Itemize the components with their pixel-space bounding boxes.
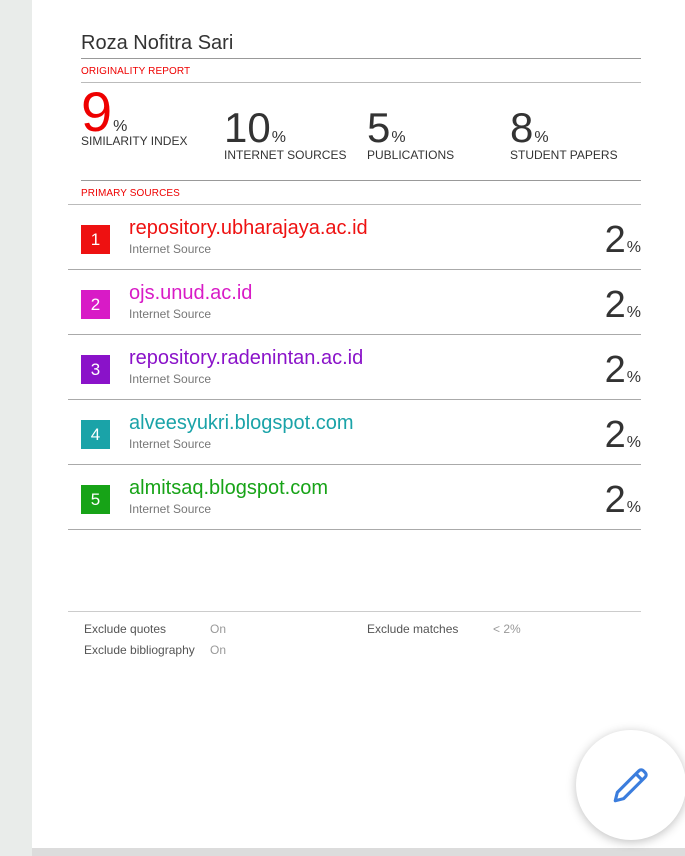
source-percent-value: 2 [604,479,626,521]
source-name-link[interactable]: repository.ubharajaya.ac.id [129,217,368,240]
edit-fab-button[interactable] [576,730,685,840]
metric-value: 8 [510,104,534,151]
metric-label: INTERNET SOURCES [224,148,347,162]
source-percent-unit: % [626,369,641,386]
metric-unit: % [391,129,406,146]
source-name-link[interactable]: almitsaq.blogspot.com [129,477,328,500]
source-row[interactable]: 5 almitsaq.blogspot.com Internet Source … [68,465,641,530]
source-percent-unit: % [626,499,641,516]
source-percent-value: 2 [604,219,626,261]
metric-label: SIMILARITY INDEX [81,134,188,148]
exclude-quotes-value: On [210,622,227,636]
metric-value: 10 [224,104,271,151]
source-row[interactable]: 2 ojs.unud.ac.id Internet Source 2% [68,270,641,335]
source-rank-badge: 5 [81,485,110,514]
metric-student-papers: 8% STUDENT PAPERS [510,102,618,162]
metric-value: 5 [367,104,391,151]
exclude-bibliography-label: Exclude bibliography [84,643,195,657]
source-percent-unit: % [626,304,641,321]
source-rank-badge: 1 [81,225,110,254]
metric-internet-sources: 10% INTERNET SOURCES [224,102,346,162]
source-percent-unit: % [626,239,641,256]
metric-unit: % [271,129,286,146]
source-percent: 2% [605,414,641,457]
pencil-icon [613,768,648,803]
source-percent-value: 2 [604,414,626,456]
originality-divider [81,82,641,83]
source-percent: 2% [605,219,641,262]
source-rank-badge: 2 [81,290,110,319]
source-percent: 2% [605,284,641,327]
source-rank-badge: 3 [81,355,110,384]
originality-report-label: ORIGINALITY REPORT [81,66,191,77]
source-rank-badge: 4 [81,420,110,449]
footer-divider [68,611,641,612]
metric-label: PUBLICATIONS [367,148,455,162]
source-percent-value: 2 [604,349,626,391]
metric-unit: % [113,118,128,135]
metric-label: STUDENT PAPERS [510,148,618,162]
metric-publications: 5% PUBLICATIONS [367,102,454,162]
source-name-link[interactable]: repository.radenintan.ac.id [129,347,363,370]
source-name-link[interactable]: ojs.unud.ac.id [129,282,252,305]
title-divider [81,58,641,59]
metric-unit: % [534,129,549,146]
metric-similarity-index: 9% SIMILARITY INDEX [81,84,188,149]
source-percent-value: 2 [604,284,626,326]
author-name: Roza Nofitra Sari [81,32,234,54]
exclude-matches-value: < 2% [493,622,521,636]
page-bottom-edge [32,848,685,856]
source-type: Internet Source [129,502,212,516]
source-type: Internet Source [129,307,212,321]
primary-sources-label: PRIMARY SOURCES [81,188,180,199]
source-type: Internet Source [129,437,212,451]
source-percent-unit: % [626,434,641,451]
source-type: Internet Source [129,372,212,386]
source-row[interactable]: 4 alveesyukri.blogspot.com Internet Sour… [68,400,641,465]
source-type: Internet Source [129,242,212,256]
source-name-link[interactable]: alveesyukri.blogspot.com [129,412,354,435]
metrics-divider [81,180,641,181]
source-row[interactable]: 1 repository.ubharajaya.ac.id Internet S… [68,205,641,270]
exclude-bibliography-value: On [210,643,227,657]
report-page: Roza Nofitra Sari ORIGINALITY REPORT 9% … [32,0,685,848]
exclude-quotes-label: Exclude quotes [84,622,167,636]
source-percent: 2% [605,479,641,522]
source-percent: 2% [605,349,641,392]
exclude-matches-label: Exclude matches [367,622,459,636]
source-row[interactable]: 3 repository.radenintan.ac.id Internet S… [68,335,641,400]
